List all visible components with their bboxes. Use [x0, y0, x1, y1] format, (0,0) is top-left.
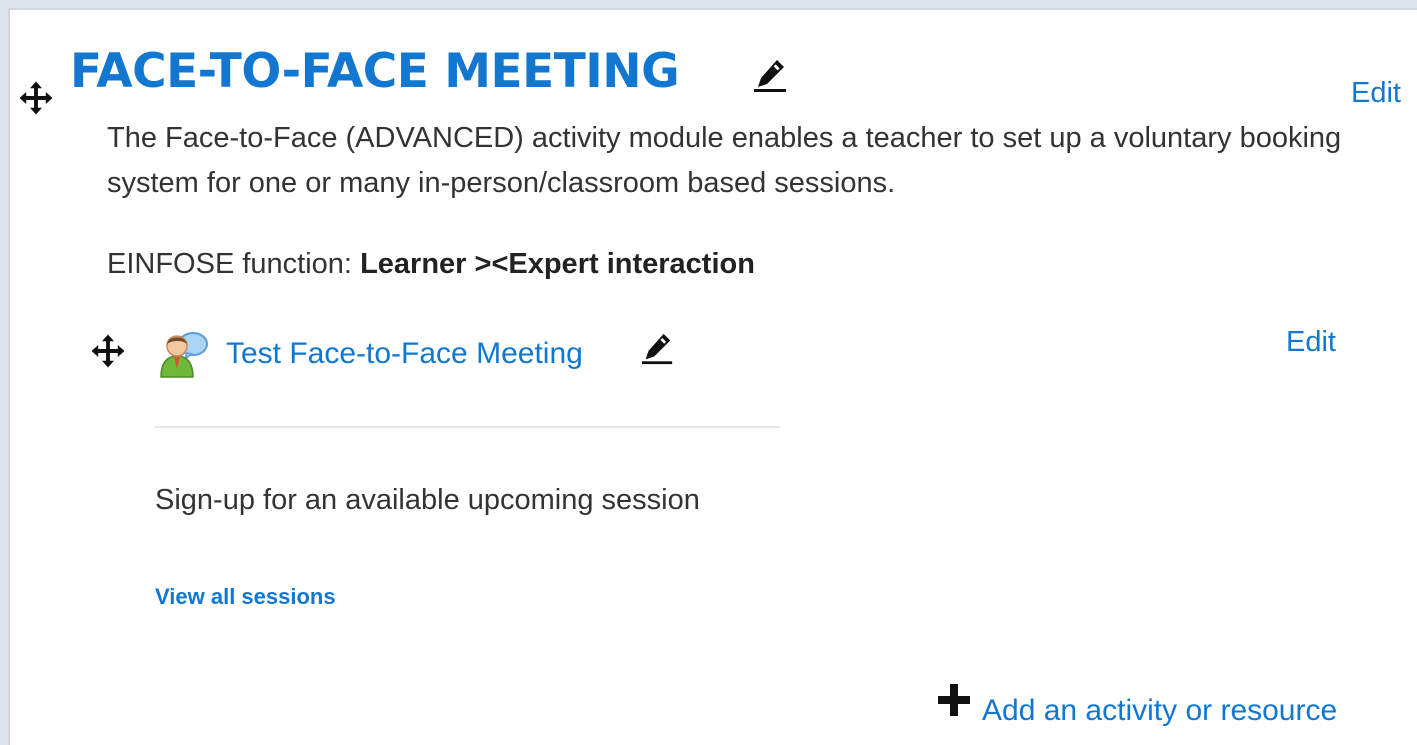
- function-value: Learner ><Expert interaction: [360, 248, 755, 280]
- add-activity-link[interactable]: Add an activity or resource: [982, 694, 1337, 728]
- function-label: EINFOSE function:: [107, 248, 352, 280]
- face-to-face-activity-icon[interactable]: [156, 325, 212, 384]
- course-section: FACE-TO-FACE MEETING Edit The Face-to-Fa…: [8, 8, 1417, 745]
- edit-title-pencil-icon[interactable]: [752, 56, 788, 96]
- edit-activity-pencil-icon[interactable]: [640, 330, 674, 368]
- section-edit-link[interactable]: Edit: [1351, 77, 1401, 110]
- activity-separator: [155, 426, 780, 428]
- activity-move-icon[interactable]: [90, 333, 126, 369]
- view-all-sessions-link[interactable]: View all sessions: [155, 584, 336, 610]
- activity-edit-link[interactable]: Edit: [1286, 326, 1336, 359]
- activity-name-link[interactable]: Test Face-to-Face Meeting: [226, 337, 583, 371]
- activity-intro: Sign-up for an available upcoming sessio…: [155, 484, 700, 516]
- summary-text: The Face-to-Face (ADVANCED) activity mod…: [107, 122, 1342, 199]
- add-plus-icon[interactable]: [936, 682, 972, 718]
- section-title[interactable]: FACE-TO-FACE MEETING: [70, 48, 680, 95]
- einfose-function: EINFOSE function: Learner ><Expert inter…: [107, 244, 755, 284]
- section-summary: The Face-to-Face (ADVANCED) activity mod…: [107, 116, 1357, 206]
- section-move-icon[interactable]: [18, 80, 54, 116]
